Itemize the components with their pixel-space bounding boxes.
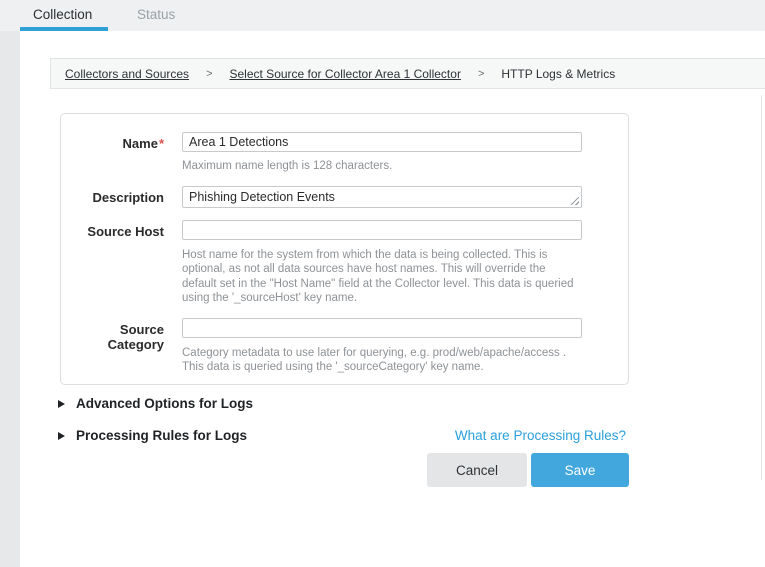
save-button[interactable]: Save [531, 453, 629, 487]
cancel-button[interactable]: Cancel [427, 453, 527, 487]
name-field-row: Name* Maximum name length is 128 charact… [61, 132, 628, 174]
top-tab-bar: Collection Status [0, 0, 765, 31]
textarea-resize-handle-icon[interactable] [571, 197, 579, 205]
source-host-field-row: Source Host Host name for the system fro… [61, 220, 628, 306]
tab-collection[interactable]: Collection [33, 7, 92, 22]
source-category-helper-text: Category metadata to use later for query… [182, 346, 580, 375]
right-scroll-line [761, 95, 762, 480]
breadcrumb-separator-icon: > [478, 68, 484, 80]
source-config-page: Collection Status Collectors and Sources… [0, 0, 765, 567]
main-content: Collectors and Sources > Select Source f… [20, 31, 765, 567]
required-asterisk: * [159, 136, 164, 151]
form-action-buttons: Cancel Save [427, 453, 629, 487]
name-label: Name* [61, 132, 164, 174]
expand-triangle-icon [58, 400, 65, 408]
source-category-label: Source Category [61, 318, 164, 375]
description-field-row: Description Phishing Detection Events [61, 186, 628, 208]
name-input[interactable] [182, 132, 582, 152]
source-form-panel: Name* Maximum name length is 128 charact… [60, 113, 629, 385]
tab-status[interactable]: Status [137, 7, 175, 22]
source-host-helper-text: Host name for the system from which the … [182, 248, 580, 306]
advanced-options-label: Advanced Options for Logs [76, 396, 253, 411]
processing-rules-section-toggle[interactable]: Processing Rules for Logs [58, 428, 247, 443]
breadcrumb-collectors-and-sources[interactable]: Collectors and Sources [65, 67, 189, 81]
processing-rules-label: Processing Rules for Logs [76, 428, 247, 443]
expand-triangle-icon [58, 432, 65, 440]
breadcrumb-select-source[interactable]: Select Source for Collector Area 1 Colle… [230, 67, 461, 81]
source-category-field-row: Source Category Category metadata to use… [61, 318, 628, 375]
processing-rules-help-link[interactable]: What are Processing Rules? [455, 428, 626, 443]
name-helper-text: Maximum name length is 128 characters. [182, 159, 582, 174]
source-host-input[interactable] [182, 220, 582, 240]
left-gutter [0, 31, 20, 567]
advanced-options-section-toggle[interactable]: Advanced Options for Logs [58, 396, 253, 411]
description-input[interactable]: Phishing Detection Events [182, 186, 582, 208]
breadcrumb-current-page: HTTP Logs & Metrics [501, 67, 615, 81]
source-host-label: Source Host [61, 220, 164, 306]
description-label: Description [61, 186, 164, 208]
breadcrumb-separator-icon: > [206, 68, 212, 80]
breadcrumb: Collectors and Sources > Select Source f… [50, 58, 765, 89]
source-category-input[interactable] [182, 318, 582, 338]
